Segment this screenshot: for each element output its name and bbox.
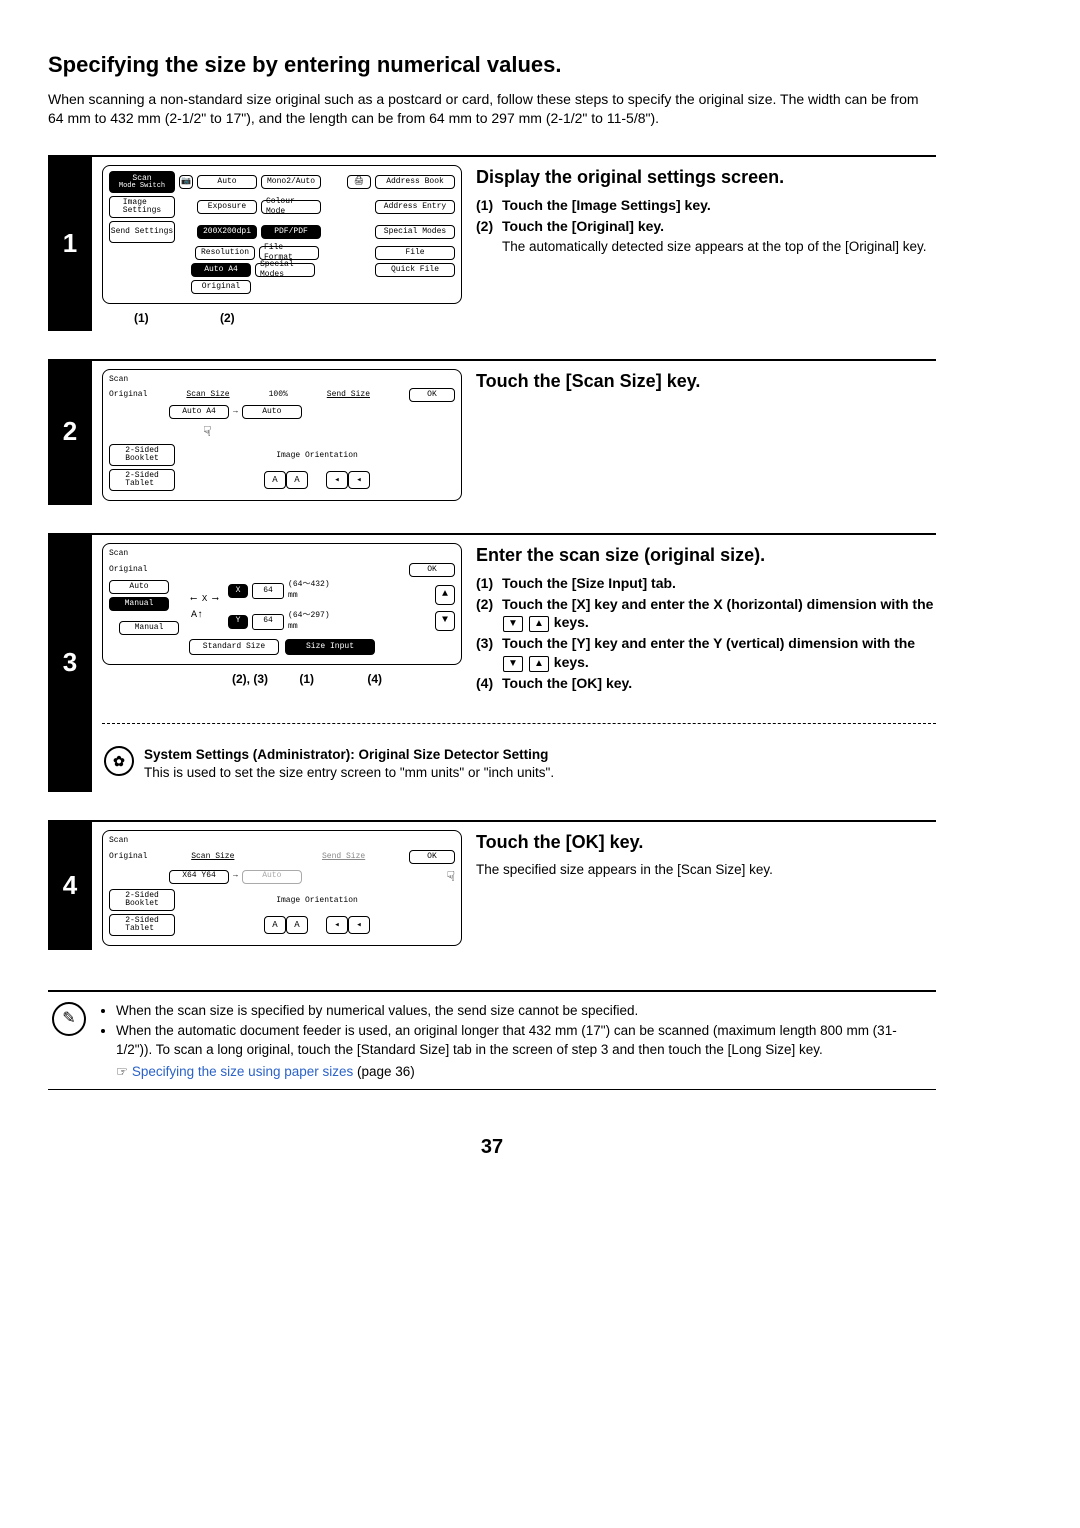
step3-heading: Enter the scan size (original size).	[476, 543, 936, 567]
x-value: 64	[252, 583, 284, 599]
y-value: 64	[252, 614, 284, 630]
value-up-btn[interactable]: ▲	[435, 585, 455, 605]
special-modes-btn[interactable]: Special Modes	[375, 225, 455, 239]
step4-note: The specified size appears in the [Scan …	[476, 861, 936, 879]
preview-icon[interactable]: 🖨	[347, 175, 371, 189]
2-sided-tablet-btn[interactable]: 2-Sided Tablet	[109, 914, 175, 936]
note-1: When the scan size is specified by numer…	[116, 1002, 932, 1020]
original-key[interactable]: Original	[191, 280, 251, 294]
auto-a4-value: Auto A4	[191, 263, 251, 277]
screen-panel-1: Scan Mode Switch 📷 Auto Mono2/Auto 🖨 Add…	[102, 165, 462, 304]
pencil-icon: ✎	[52, 1002, 86, 1036]
send-size-disabled: Auto	[242, 870, 302, 884]
scan-mode-switch: Scan Mode Switch	[109, 171, 175, 193]
step-4: 4 Scan Original Scan Size Send Size OK X…	[48, 820, 936, 950]
page-title: Specifying the size by entering numerica…	[48, 50, 936, 80]
step1-sub1: Touch the [Image Settings] key.	[502, 196, 936, 215]
caption-1: (1)	[299, 671, 314, 687]
screen-panel-3: Scan Original OK Auto Manual Manual	[102, 543, 462, 665]
step1-heading: Display the original settings screen.	[476, 165, 936, 189]
step-number: 4	[48, 820, 92, 950]
step-number: 3	[48, 533, 92, 792]
caption-2: (2)	[220, 310, 235, 326]
cross-ref: ☞ Specifying the size using paper sizes …	[116, 1063, 932, 1081]
hand-pointer-icon: ☟	[447, 869, 455, 888]
admin-head: System Settings (Administrator): Origina…	[144, 746, 934, 764]
y-key[interactable]: Y	[228, 615, 248, 629]
dashed-separator	[102, 723, 936, 724]
image-orientation-label: Image Orientation	[276, 451, 358, 460]
ok-btn[interactable]: OK	[409, 563, 455, 577]
2-sided-tablet-btn[interactable]: 2-Sided Tablet	[109, 469, 175, 491]
mono-btn[interactable]: Mono2/Auto	[261, 175, 321, 189]
page-number: 37	[48, 1134, 936, 1161]
gear-icon: ✿	[104, 746, 134, 776]
auto-btn[interactable]: Auto	[197, 175, 257, 189]
send-settings-key[interactable]: Send Settings	[109, 221, 175, 243]
file-btn[interactable]: File	[375, 246, 455, 260]
value-down-btn[interactable]: ▼	[435, 611, 455, 631]
notes-block: ✎ When the scan size is specified by num…	[48, 990, 936, 1090]
step3-sub2: Touch the [X] key and enter the X (horiz…	[502, 595, 936, 633]
colour-mode-btn[interactable]: Colour Mode	[261, 200, 321, 214]
step-number: 1	[48, 155, 92, 330]
manual-sub-tab[interactable]: Manual	[119, 621, 179, 635]
scan-size-key[interactable]: Auto A4	[169, 405, 229, 419]
down-key-icon: ▼	[503, 656, 523, 672]
exposure-btn[interactable]: Exposure	[197, 200, 257, 214]
x-key[interactable]: X	[228, 584, 248, 598]
up-key-icon: ▲	[529, 616, 549, 632]
step-1: 1 Scan Mode Switch 📷 Auto Mono2/Auto 🖨 A…	[48, 155, 936, 330]
ok-btn[interactable]: OK	[409, 388, 455, 402]
step-2: 2 Scan Original Scan Size 100% Send Size…	[48, 359, 936, 506]
auto-tab[interactable]: Auto	[109, 580, 169, 594]
caption-1: (1)	[134, 310, 149, 326]
caption-4: (4)	[367, 671, 382, 687]
address-entry-btn[interactable]: Address Entry	[375, 200, 455, 214]
pdf-value: PDF/PDF	[261, 225, 321, 239]
orientation-a-btn[interactable]: A	[264, 471, 286, 489]
address-book-btn[interactable]: Address Book	[375, 175, 455, 189]
step4-heading: Touch the [OK] key.	[476, 830, 936, 854]
file-format-btn[interactable]: File Format	[259, 246, 319, 260]
xref-link[interactable]: Specifying the size using paper sizes	[132, 1064, 353, 1079]
step3-sub3: Touch the [Y] key and enter the Y (verti…	[502, 634, 936, 672]
step3-sub4: Touch the [OK] key.	[502, 674, 936, 693]
res-value: 200X200dpi	[197, 225, 257, 239]
down-key-icon: ▼	[503, 616, 523, 632]
step3-sub1: Touch the [Size Input] tab.	[502, 574, 936, 593]
quick-file-btn[interactable]: Quick File	[375, 263, 455, 277]
image-settings-key[interactable]: Image Settings	[109, 196, 175, 218]
up-key-icon: ▲	[529, 656, 549, 672]
intro-text: When scanning a non-standard size origin…	[48, 90, 936, 128]
special-modes-2-btn[interactable]: Special Modes	[255, 263, 315, 277]
resolution-btn[interactable]: Resolution	[195, 246, 255, 260]
scan-size-value-btn[interactable]: X64 Y64	[169, 870, 229, 884]
send-size-key[interactable]: Auto	[242, 405, 302, 419]
manual-tab[interactable]: Manual	[109, 597, 169, 611]
caption-23: (2), (3)	[232, 671, 268, 687]
size-input-tab[interactable]: Size Input	[285, 639, 375, 655]
step1-sub2: Touch the [Original] key.	[502, 217, 936, 236]
step2-heading: Touch the [Scan Size] key.	[476, 369, 936, 393]
step-3: 3 Scan Original OK Auto Manual Manual	[48, 533, 936, 792]
2-sided-booklet-btn[interactable]: 2-Sided Booklet	[109, 889, 175, 911]
hand-pointer-icon: ☟	[203, 424, 211, 443]
admin-text: This is used to set the size entry scree…	[144, 764, 934, 782]
screen-panel-2: Scan Original Scan Size 100% Send Size O…	[102, 369, 462, 502]
step1-sub2-note: The automatically detected size appears …	[502, 238, 936, 256]
admin-setting-box: ✿ System Settings (Administrator): Origi…	[102, 746, 936, 788]
standard-size-tab[interactable]: Standard Size	[189, 639, 279, 655]
orientation-b-btn[interactable]: ◂	[326, 471, 348, 489]
screen-panel-4: Scan Original Scan Size Send Size OK X64…	[102, 830, 462, 946]
ok-btn[interactable]: OK	[409, 850, 455, 864]
note-2: When the automatic document feeder is us…	[116, 1022, 932, 1058]
step-number: 2	[48, 359, 92, 506]
2-sided-booklet-btn[interactable]: 2-Sided Booklet	[109, 444, 175, 466]
scan-size-label: Scan Size	[186, 390, 229, 401]
